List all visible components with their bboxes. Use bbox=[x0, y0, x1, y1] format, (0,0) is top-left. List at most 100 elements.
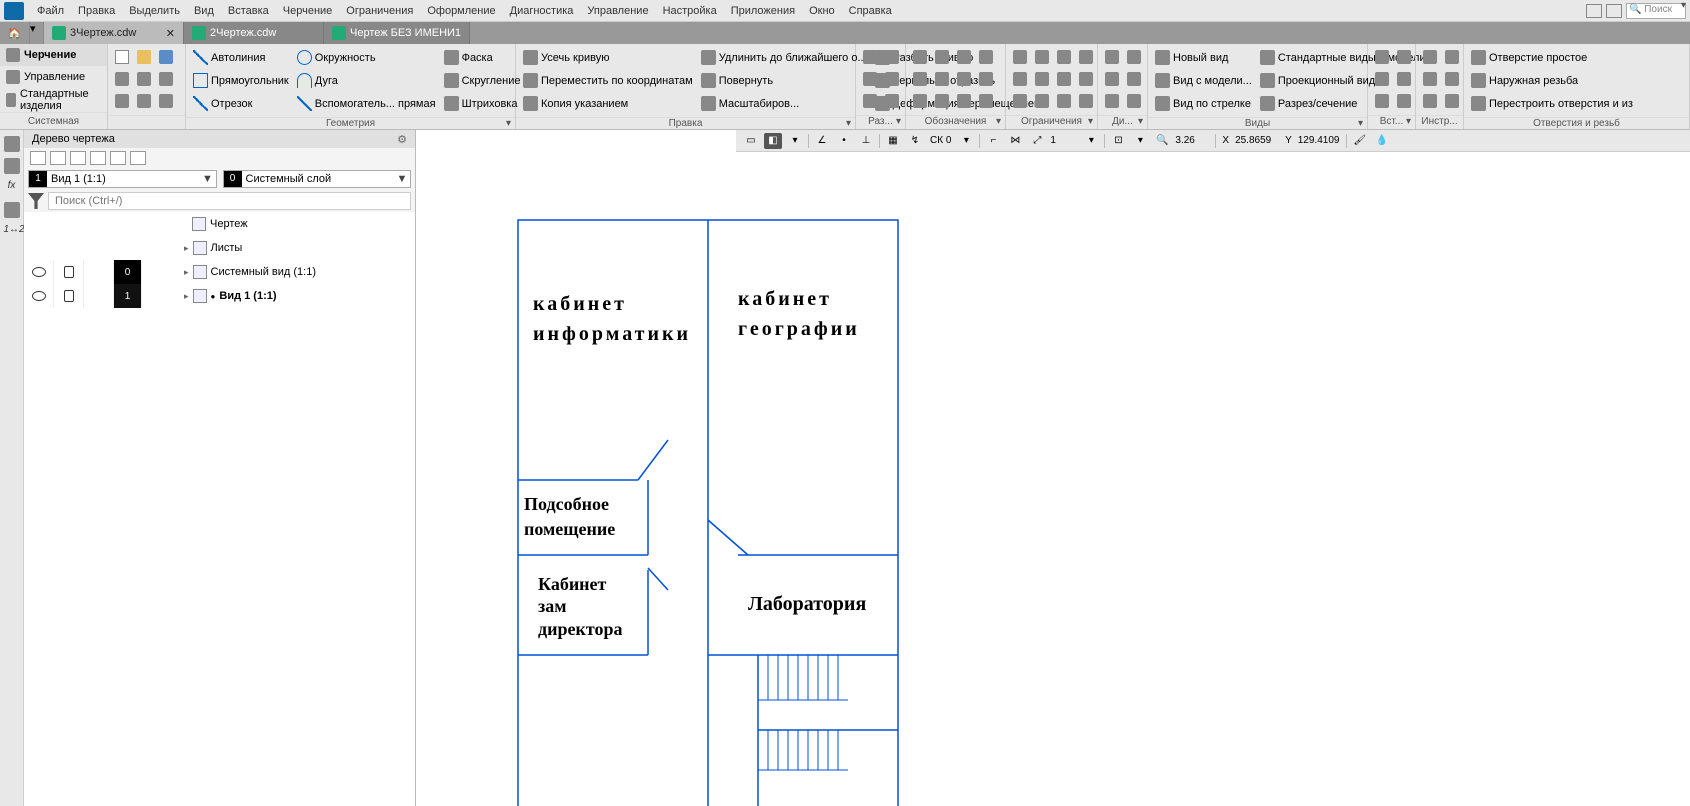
view-combo[interactable]: 1 Вид 1 (1:1) ▼ bbox=[28, 170, 217, 188]
con-12[interactable] bbox=[1076, 91, 1096, 111]
dim-3[interactable] bbox=[860, 69, 880, 89]
chamfer-button[interactable]: Фаска bbox=[441, 47, 524, 68]
paste-button[interactable] bbox=[156, 91, 176, 111]
rebuild-holes-button[interactable]: Перестроить отверстия и из bbox=[1468, 93, 1636, 114]
open-file-button[interactable] bbox=[134, 47, 154, 67]
step-icon[interactable]: ⤢ bbox=[1028, 133, 1046, 149]
con-7[interactable] bbox=[1054, 69, 1074, 89]
menu-search[interactable]: 🔍 Поиск bbox=[1626, 3, 1686, 19]
tl-5[interactable] bbox=[1420, 91, 1440, 111]
dropper-icon[interactable]: 💧 bbox=[1373, 133, 1391, 149]
tree-tool-4[interactable] bbox=[90, 151, 106, 165]
fillet-button[interactable]: Скругление bbox=[441, 70, 524, 91]
tl-2[interactable] bbox=[1442, 47, 1462, 67]
con-11[interactable] bbox=[1054, 91, 1074, 111]
scale-button[interactable]: Масштабиров... bbox=[698, 93, 870, 114]
ribbon-mode-manage[interactable]: Управление bbox=[0, 66, 107, 88]
doc-tab-1[interactable]: 3Чертеж.cdw ✕ bbox=[44, 22, 184, 44]
tree-row-sheets[interactable]: ▸Листы bbox=[24, 236, 415, 260]
home-dropdown[interactable]: ▾ bbox=[30, 22, 44, 44]
not-10[interactable] bbox=[932, 91, 952, 111]
lock-toggle[interactable] bbox=[54, 260, 84, 284]
visibility-toggle[interactable] bbox=[24, 260, 54, 284]
ribbon-mode-draw[interactable]: Черчение bbox=[0, 44, 107, 66]
tree-search-input[interactable] bbox=[48, 192, 411, 210]
not-3[interactable] bbox=[954, 47, 974, 67]
menu-draw[interactable]: Черчение bbox=[276, 3, 340, 19]
strip-swap-icon[interactable]: 1↔2 bbox=[4, 224, 20, 240]
not-2[interactable] bbox=[932, 47, 952, 67]
ct-drop3[interactable]: ▾ bbox=[1082, 133, 1100, 149]
new-view-button[interactable]: Новый вид bbox=[1152, 47, 1255, 68]
con-2[interactable] bbox=[1032, 47, 1052, 67]
rectangle-button[interactable]: Прямоугольник bbox=[190, 70, 292, 91]
ortho-icon[interactable]: ⌐ bbox=[984, 133, 1002, 149]
angle-icon[interactable]: ∠ bbox=[813, 133, 831, 149]
ribbon-mode-stdparts[interactable]: Стандартные изделия bbox=[0, 88, 107, 112]
x-coord[interactable] bbox=[1235, 135, 1279, 146]
zoom-value[interactable] bbox=[1175, 135, 1211, 146]
menu-manage[interactable]: Управление bbox=[580, 3, 655, 19]
arc-button[interactable]: Дуга bbox=[294, 70, 439, 91]
step-value[interactable] bbox=[1050, 135, 1078, 146]
snap-icon[interactable]: ⋈ bbox=[1006, 133, 1024, 149]
autoline-button[interactable]: Автолиния bbox=[190, 47, 292, 68]
lock-toggle[interactable] bbox=[54, 284, 84, 308]
circle-button[interactable]: Окружность bbox=[294, 47, 439, 68]
dim-2[interactable] bbox=[882, 47, 902, 67]
copy-button[interactable] bbox=[134, 91, 154, 111]
undo-button[interactable] bbox=[134, 69, 154, 89]
tree-row-sysview[interactable]: 0 ▸Системный вид (1:1) bbox=[24, 260, 415, 284]
expand-icon[interactable]: ▸ bbox=[184, 267, 189, 278]
menu-file[interactable]: Файл bbox=[30, 3, 71, 19]
strip-tree-icon[interactable] bbox=[4, 158, 20, 174]
dg-1[interactable] bbox=[1102, 47, 1122, 67]
grid-icon[interactable]: ▦ bbox=[884, 133, 902, 149]
ins-3[interactable] bbox=[1372, 69, 1392, 89]
extend-button[interactable]: Удлинить до ближайшего о... bbox=[698, 47, 870, 68]
dim-1[interactable] bbox=[860, 47, 880, 67]
simple-hole-button[interactable]: Отверстие простое bbox=[1468, 47, 1636, 68]
filter-icon[interactable] bbox=[28, 193, 44, 209]
tree-tool-6[interactable] bbox=[130, 151, 146, 165]
copy-point-button[interactable]: Копия указанием bbox=[520, 93, 696, 114]
not-11[interactable] bbox=[954, 91, 974, 111]
segment-button[interactable]: Отрезок bbox=[190, 93, 292, 114]
tl-6[interactable] bbox=[1442, 91, 1462, 111]
dim-4[interactable] bbox=[882, 69, 902, 89]
strip-params-icon[interactable] bbox=[4, 136, 20, 152]
not-1[interactable] bbox=[910, 47, 930, 67]
tree-tool-5[interactable] bbox=[110, 151, 126, 165]
expand-icon[interactable]: ▸ bbox=[184, 291, 189, 302]
arrow-view-button[interactable]: Вид по стрелке bbox=[1152, 93, 1255, 114]
cut-button[interactable] bbox=[112, 91, 132, 111]
redo-button[interactable] bbox=[156, 69, 176, 89]
layer-combo[interactable]: 0 Системный слой ▼ bbox=[223, 170, 412, 188]
not-7[interactable] bbox=[954, 69, 974, 89]
tl-4[interactable] bbox=[1442, 69, 1462, 89]
menu-diag[interactable]: Диагностика bbox=[503, 3, 581, 19]
tree-row-view1[interactable]: 1 ▸● Вид 1 (1:1) bbox=[24, 284, 415, 308]
dg-4[interactable] bbox=[1124, 69, 1144, 89]
tree-settings-icon[interactable]: ⚙ bbox=[397, 133, 407, 146]
auxline-button[interactable]: Вспомогатель... прямая bbox=[294, 93, 439, 114]
menu-view[interactable]: Вид bbox=[187, 3, 221, 19]
dim-5[interactable] bbox=[860, 91, 880, 111]
tab-close-icon[interactable]: ✕ bbox=[166, 27, 175, 40]
dg-6[interactable] bbox=[1124, 91, 1144, 111]
menu-settings[interactable]: Настройка bbox=[656, 3, 724, 19]
rotate-button[interactable]: Повернуть bbox=[698, 70, 870, 91]
dg-2[interactable] bbox=[1124, 47, 1144, 67]
save-file-button[interactable] bbox=[156, 47, 176, 67]
con-8[interactable] bbox=[1076, 69, 1096, 89]
model-view-button[interactable]: Вид с модели... bbox=[1152, 70, 1255, 91]
window-tile-icon[interactable] bbox=[1586, 4, 1602, 18]
point-icon[interactable]: • bbox=[835, 133, 853, 149]
window-cascade-icon[interactable] bbox=[1606, 4, 1622, 18]
menu-constraints[interactable]: Ограничения bbox=[339, 3, 420, 19]
ins-6[interactable] bbox=[1394, 91, 1414, 111]
ins-2[interactable] bbox=[1394, 47, 1414, 67]
not-4[interactable] bbox=[976, 47, 996, 67]
expand-icon[interactable]: ▸ bbox=[184, 243, 189, 254]
brush-icon[interactable]: 🖌 bbox=[1351, 133, 1369, 149]
